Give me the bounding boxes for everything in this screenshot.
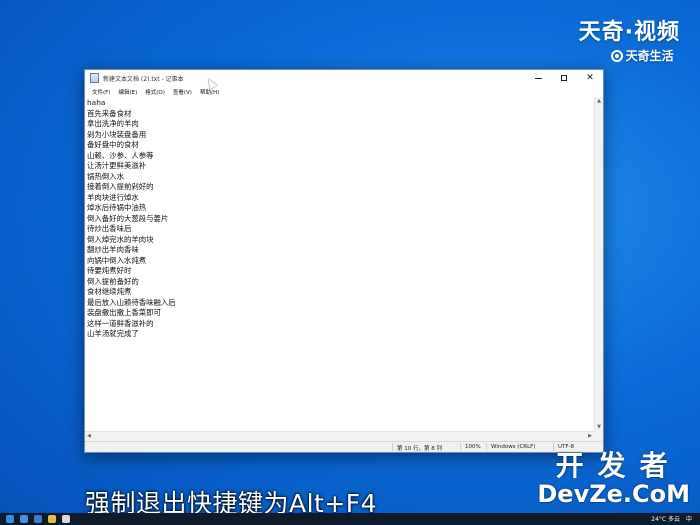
text-line: 山赖、沙参、人参等 xyxy=(87,150,154,160)
text-line: 最后放入山赖待香味融入后 xyxy=(87,297,176,307)
taskbar: 24°C 多云 中 xyxy=(0,513,700,525)
maximize-button[interactable] xyxy=(551,70,577,86)
scrollbar-corner xyxy=(594,431,603,441)
horizontal-scrollbar[interactable]: ◀ ▶ xyxy=(85,431,594,441)
status-position: 第 10 行，第 8 列 xyxy=(397,446,442,452)
system-tray: 24°C 多云 中 xyxy=(651,514,692,523)
text-line: 接着倒入提前剁好的 xyxy=(87,182,154,191)
weather-text[interactable]: 24°C 多云 xyxy=(651,514,680,523)
watermark-top: 天奇·视频 天奇生活 xyxy=(579,14,680,64)
at-icon xyxy=(610,49,623,62)
scroll-down-icon[interactable]: ▼ xyxy=(595,424,603,430)
text-line: 让汤汁更鲜美滋补 xyxy=(87,161,147,170)
watermark-bottom: 开发者 DevZe.CoM xyxy=(537,451,690,508)
file-explorer-icon[interactable] xyxy=(48,515,56,523)
search-icon[interactable] xyxy=(20,515,28,523)
close-button[interactable]: ✕ xyxy=(577,70,603,86)
text-editor[interactable]: haha 首先来备食材 拿出洗净的羊肉 剁为小块装盘备用 备好盘中的食材 山赖、沙参、人参… xyxy=(85,97,594,431)
text-line: 羊肉块进行焯水 xyxy=(87,192,139,202)
window-title: 新建文本文档 (2).txt - 记事本 xyxy=(103,75,184,83)
watermark-sub-text: 天奇生活 xyxy=(625,49,674,63)
status-separator xyxy=(392,443,393,451)
watermark-bottom-line1: 开发者 xyxy=(555,449,682,482)
start-icon[interactable] xyxy=(6,515,14,523)
text-line: 倒入焯完水的羊肉块 xyxy=(87,234,154,244)
text-line: 食材继续炖煮 xyxy=(87,287,132,296)
notepad-window: 新建文本文档 (2).txt - 记事本 ✕ 文件(F) 编辑(E) 格式(O)… xyxy=(84,69,604,453)
scroll-left-icon[interactable]: ◀ xyxy=(87,433,91,439)
watermark-sub: 天奇生活 xyxy=(610,47,680,64)
text-line: 备好盘中的食材 xyxy=(87,140,139,149)
status-zoom: 100% xyxy=(465,444,481,450)
text-line: 山羊汤就完成了 xyxy=(87,329,139,338)
minimize-button[interactable] xyxy=(525,70,551,86)
close-icon: ✕ xyxy=(586,72,594,83)
text-line: 这样一道鲜香滋补的 xyxy=(87,318,154,328)
watermark-brand: 天奇·视频 xyxy=(578,20,680,45)
text-line: 拿出洗净的羊肉 xyxy=(87,119,139,128)
title-bar[interactable]: 新建文本文档 (2).txt - 记事本 ✕ xyxy=(85,70,603,86)
text-line: 倒入备好的大葱段与姜片 xyxy=(87,213,169,223)
menu-format[interactable]: 格式(O) xyxy=(141,88,169,96)
text-line: 倒入提前备好的 xyxy=(87,276,139,286)
vertical-scrollbar[interactable]: ▲ ▼ xyxy=(594,97,603,431)
text-line: 翻炒出羊肉香味 xyxy=(87,245,139,254)
text-line: 待炒出香味后 xyxy=(87,224,132,233)
scroll-up-icon[interactable]: ▲ xyxy=(595,98,603,104)
status-line-ending: Windows (CRLF) xyxy=(491,444,536,450)
notepad-task-icon[interactable] xyxy=(62,515,70,523)
status-separator xyxy=(460,443,461,451)
status-separator xyxy=(486,443,487,451)
text-line: 待要炖煮好时 xyxy=(87,266,132,275)
menu-view[interactable]: 查看(V) xyxy=(169,88,196,96)
ime-indicator[interactable]: 中 xyxy=(686,514,692,523)
menu-edit[interactable]: 编辑(E) xyxy=(114,88,141,96)
minimize-icon xyxy=(534,77,542,79)
notepad-icon xyxy=(90,73,99,83)
text-line: 装盘撒出撒上香菜即可 xyxy=(87,308,161,317)
task-view-icon[interactable] xyxy=(34,515,42,523)
text-line: 剁为小块装盘备用 xyxy=(87,129,147,139)
watermark-bottom-line2: DevZe.CoM xyxy=(537,480,690,508)
status-bar: 第 10 行，第 8 列 100% Windows (CRLF) UTF-8 xyxy=(85,441,603,452)
text-line: haha xyxy=(87,98,106,107)
text-line: 焯水后待锅中油热 xyxy=(87,203,147,212)
scroll-right-icon[interactable]: ▶ xyxy=(588,433,592,439)
maximize-icon xyxy=(561,75,567,81)
status-separator xyxy=(553,443,554,451)
text-line: 锅热倒入水 xyxy=(87,171,124,181)
text-line: 首先来备食材 xyxy=(87,108,132,118)
text-line: 向锅中倒入水炖煮 xyxy=(87,255,147,265)
menu-bar: 文件(F) 编辑(E) 格式(O) 查看(V) 帮助(H) xyxy=(85,86,603,97)
window-controls: ✕ xyxy=(525,70,603,86)
menu-file[interactable]: 文件(F) xyxy=(88,88,114,96)
